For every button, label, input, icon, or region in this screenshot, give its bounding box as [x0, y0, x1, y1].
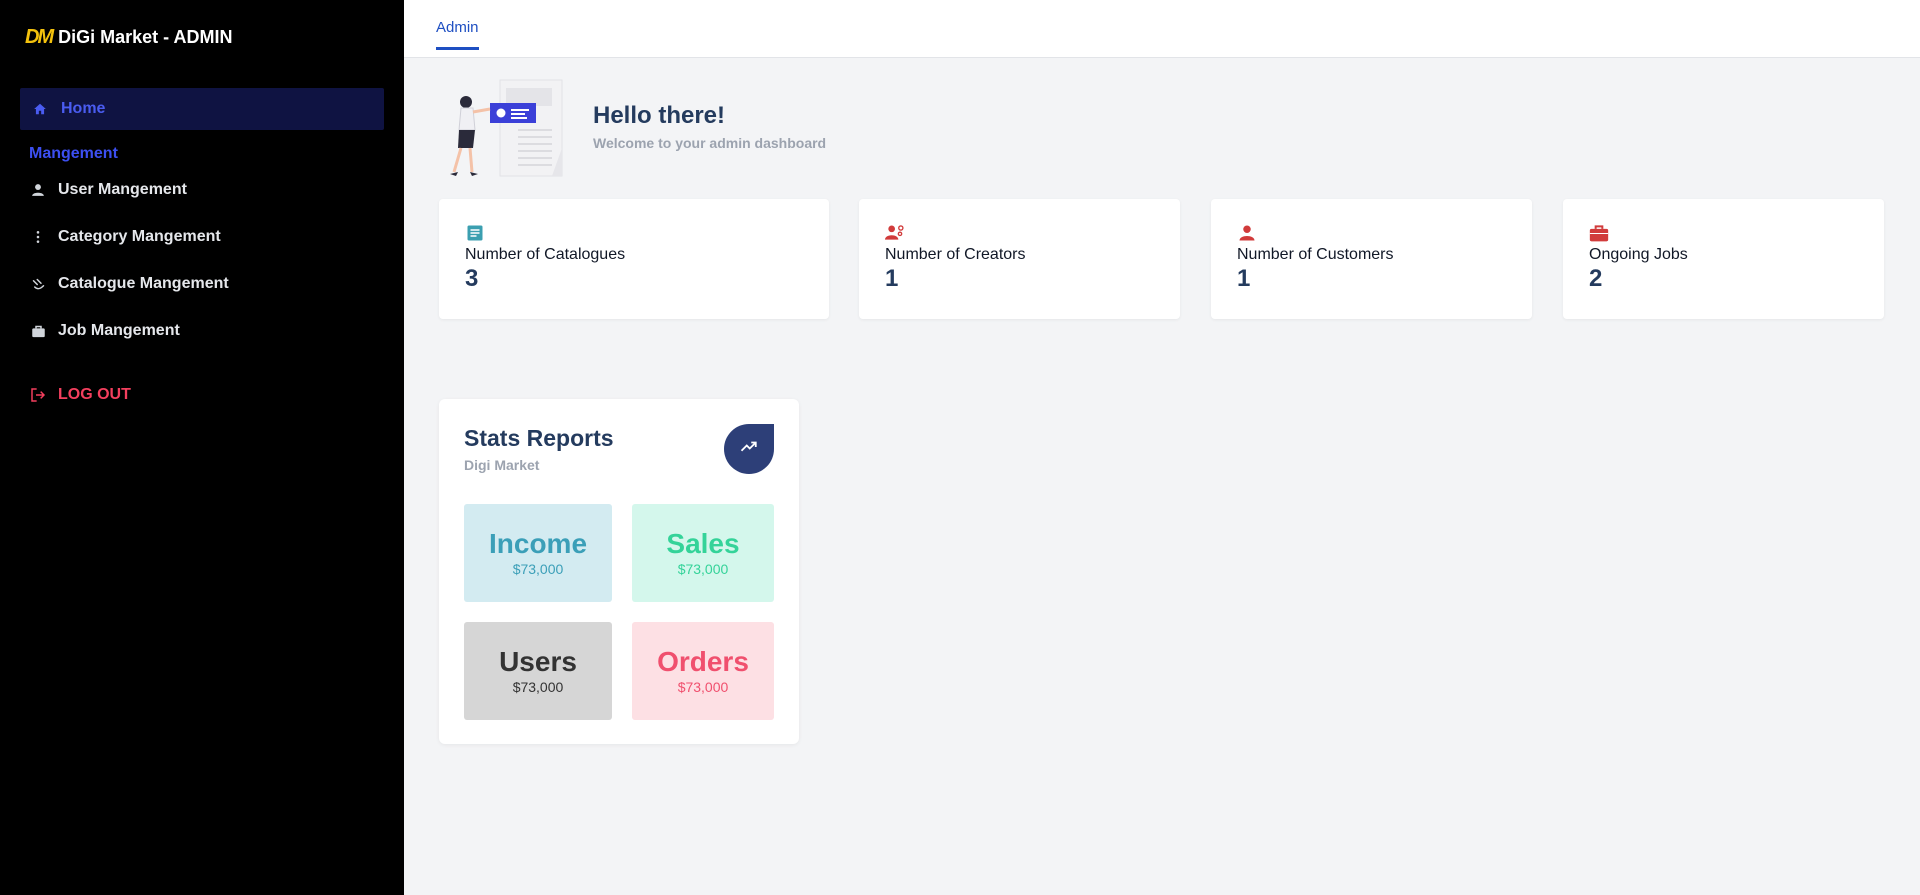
report-tile-orders[interactable]: Orders $73,000 [632, 622, 774, 720]
catalogue-icon [28, 274, 48, 294]
sidebar: DM DiGi Market - ADMIN Home Mangement Us… [0, 0, 404, 895]
briefcase-icon [28, 321, 48, 341]
sidebar-item-job-management[interactable]: Job Mangement [28, 316, 180, 346]
sidebar-item-home[interactable]: Home [20, 88, 384, 130]
tile-title: Orders [657, 646, 749, 677]
topbar: Admin [404, 0, 1920, 58]
sidebar-item-label: Catalogue Mangement [58, 275, 229, 292]
document-icon [465, 223, 485, 243]
briefcase-icon [1589, 223, 1609, 243]
tab-admin[interactable]: Admin [436, 19, 479, 50]
tile-title: Sales [666, 528, 740, 559]
stats-report-card: Stats Reports Digi Market Income $73,000… [439, 399, 799, 744]
hello-title: Hello there! [593, 102, 726, 129]
tile-value: $73,000 [677, 561, 729, 577]
logout-button[interactable]: LOG OUT [28, 380, 131, 410]
creators-icon [885, 223, 905, 243]
tile-value: $73,000 [512, 679, 564, 695]
sidebar-item-user-management[interactable]: User Mangement [28, 175, 187, 205]
user-icon [28, 180, 48, 200]
sidebar-item-label: Job Mangement [58, 322, 180, 339]
report-tile-users[interactable]: Users $73,000 [464, 622, 612, 720]
report-subtitle: Digi Market [464, 457, 540, 473]
home-icon [32, 101, 48, 117]
user-icon [1237, 223, 1257, 243]
report-tile-income[interactable]: Income $73,000 [464, 504, 612, 602]
stat-card-label: Number of Customers [1237, 246, 1394, 263]
hello-subtitle: Welcome to your admin dashboard [593, 135, 827, 151]
stat-card-customers[interactable]: Number of Customers 1 [1211, 199, 1532, 319]
stat-card-label: Number of Creators [885, 246, 1026, 263]
stat-card-value: 3 [465, 265, 479, 292]
stat-card-value: 1 [1237, 265, 1251, 292]
trending-up-icon [740, 438, 758, 461]
tile-value: $73,000 [512, 561, 564, 577]
sidebar-item-label: User Mangement [58, 181, 187, 198]
stat-card-catalogues[interactable]: Number of Catalogues 3 [439, 199, 829, 319]
stat-card-value: 2 [1589, 265, 1603, 292]
stat-card-value: 1 [885, 265, 899, 292]
logout-icon [28, 385, 48, 405]
brand-title: DiGi Market - ADMIN [58, 27, 233, 47]
sidebar-item-label: Home [61, 100, 106, 117]
tile-title: Users [499, 646, 577, 677]
section-label-management: Mangement [29, 145, 118, 162]
tile-value: $73,000 [677, 679, 729, 695]
report-title: Stats Reports [464, 425, 614, 451]
stat-card-creators[interactable]: Number of Creators 1 [859, 199, 1180, 319]
sidebar-item-label: Category Mangement [58, 228, 221, 245]
brand-logo: DM [25, 26, 54, 48]
sidebar-item-category-management[interactable]: Category Mangement [28, 222, 221, 252]
hello-illustration [440, 78, 576, 180]
logout-label: LOG OUT [58, 386, 131, 403]
stat-card-label: Number of Catalogues [465, 246, 626, 263]
dots-vertical-icon [28, 227, 48, 247]
brand[interactable]: DM DiGi Market - ADMIN [25, 26, 232, 49]
tile-title: Income [488, 528, 588, 559]
report-tile-sales[interactable]: Sales $73,000 [632, 504, 774, 602]
sidebar-item-catalogue-management[interactable]: Catalogue Mangement [28, 269, 229, 299]
stat-card-label: Ongoing Jobs [1589, 246, 1688, 263]
trending-up-button[interactable] [724, 424, 774, 474]
stat-card-ongoing-jobs[interactable]: Ongoing Jobs 2 [1563, 199, 1884, 319]
